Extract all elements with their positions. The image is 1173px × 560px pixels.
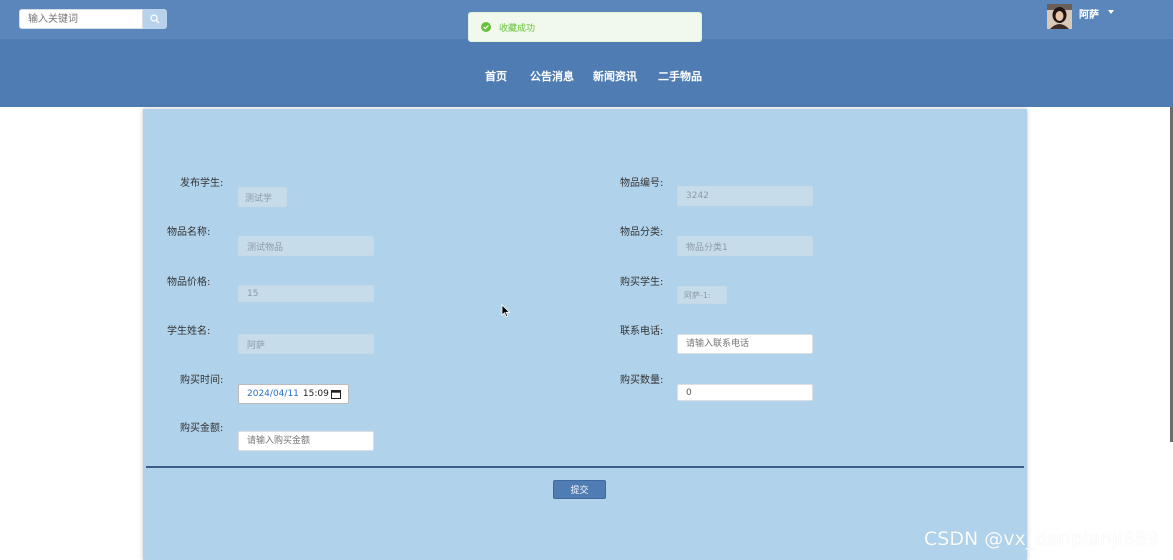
quantity-label: 购买数量: (620, 375, 664, 386)
success-toast: 收藏成功 (468, 12, 702, 42)
nav-item-secondhand[interactable]: 二手物品 (658, 68, 702, 84)
item-name-label: 物品名称: (167, 227, 211, 238)
search-input[interactable] (19, 9, 143, 29)
search-icon (150, 14, 160, 24)
item-no-label: 物品编号: (620, 178, 664, 189)
item-category-label: 物品分类: (620, 227, 664, 238)
item-price-label: 物品价格: (167, 277, 211, 288)
date-year: 2024 (247, 389, 270, 399)
student-name-label: 学生姓名: (167, 326, 211, 337)
item-category-field[interactable] (677, 236, 813, 256)
phone-input[interactable] (677, 334, 813, 354)
item-name-field[interactable] (238, 236, 374, 256)
quantity-input[interactable] (677, 384, 813, 401)
purchase-time-field[interactable]: 2024/04/11 15:09 (238, 384, 349, 404)
purchase-time-label: 购买时间: (180, 375, 224, 386)
nav-bar (0, 39, 1173, 107)
date-month: 04 (272, 389, 285, 399)
mouse-pointer-icon (501, 304, 511, 318)
date-time: 15:09 (302, 389, 329, 399)
calendar-icon[interactable] (331, 389, 341, 399)
buyer-label: 购买学生: (620, 277, 664, 288)
avatar[interactable] (1047, 4, 1072, 29)
date-day: 11 (287, 389, 299, 399)
nav-item-home[interactable]: 首页 (485, 68, 507, 84)
nav-item-announcements[interactable]: 公告消息 (530, 68, 574, 84)
search-button[interactable] (143, 9, 167, 29)
amount-input[interactable] (238, 431, 374, 451)
check-circle-icon (481, 22, 491, 32)
nav-item-news[interactable]: 新闻资讯 (593, 68, 637, 84)
watermark: CSDN @vx_danpianji889 (924, 528, 1159, 550)
chevron-down-icon[interactable] (1108, 10, 1114, 14)
toast-message: 收藏成功 (499, 23, 536, 34)
item-price-field[interactable] (238, 285, 374, 302)
form-divider (146, 466, 1024, 468)
amount-label: 购买金额: (180, 423, 224, 434)
publisher-field[interactable] (238, 187, 287, 207)
user-name[interactable]: 阿萨 (1079, 6, 1099, 21)
publisher-label: 发布学生: (180, 178, 224, 189)
buyer-field[interactable] (677, 286, 727, 304)
item-no-field[interactable] (677, 186, 813, 206)
phone-label: 联系电话: (620, 326, 664, 337)
submit-button[interactable]: 提交 (553, 480, 606, 499)
student-name-field[interactable] (238, 334, 374, 354)
